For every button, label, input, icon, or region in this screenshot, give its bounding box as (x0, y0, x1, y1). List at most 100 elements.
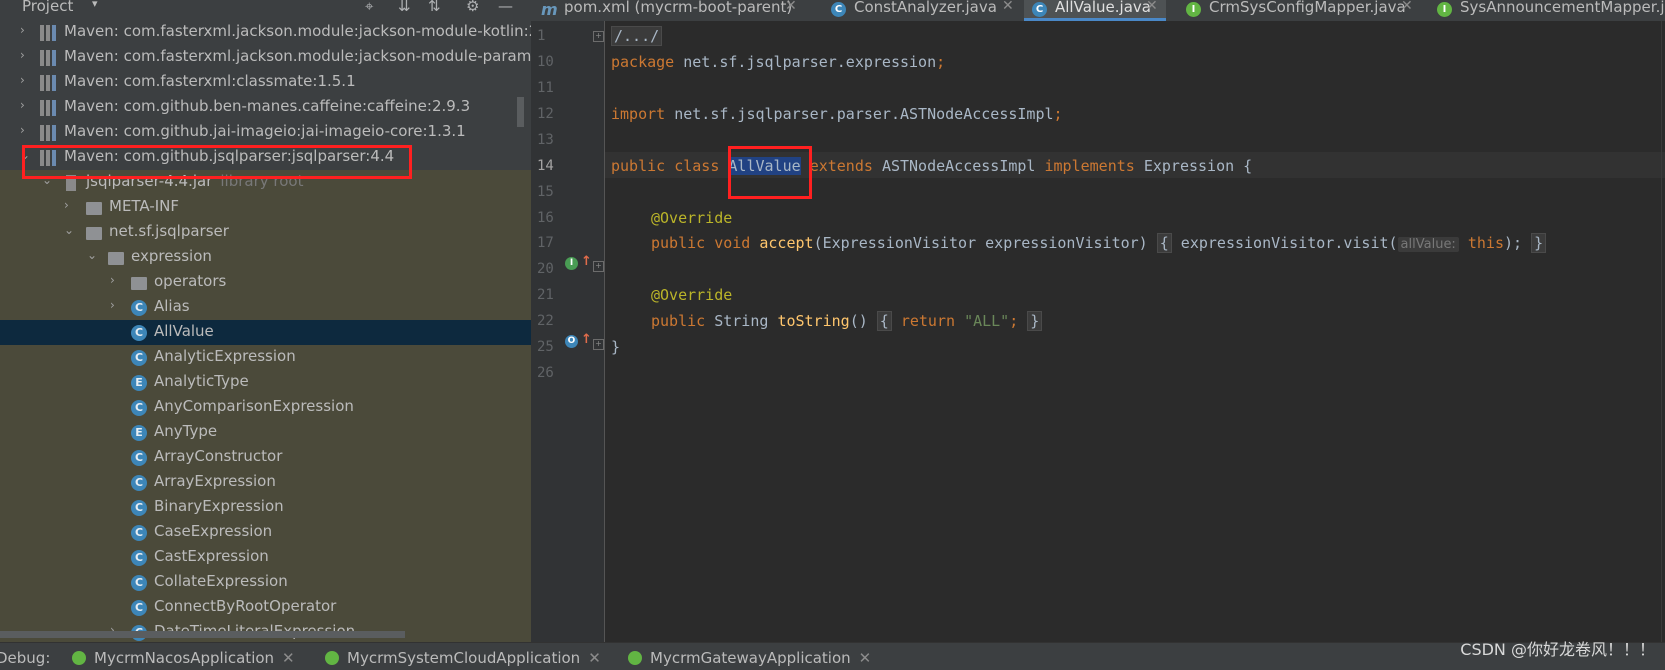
tree-item[interactable]: › C Alias (0, 295, 531, 320)
line-number: 21 (537, 287, 554, 303)
close-icon[interactable]: ✕ (859, 649, 872, 667)
chevron-right-icon[interactable]: › (110, 273, 122, 287)
folded-brace[interactable]: { (876, 311, 892, 331)
tab-sysannouncementmapper[interactable]: I SysAnnouncementMapper.j (1437, 0, 1665, 21)
code-line-1: /.../ (611, 26, 663, 46)
chevron-right-icon[interactable]: › (110, 298, 122, 312)
code-text: String (714, 312, 769, 330)
horizontal-scrollbar[interactable] (0, 631, 405, 638)
project-title[interactable]: Project (22, 0, 73, 15)
tab-label: pom.xml (mycrm-boot-parent) (564, 0, 793, 16)
class-icon: C (131, 550, 147, 566)
close-icon[interactable]: ✕ (588, 649, 601, 667)
chevron-right-icon[interactable]: › (20, 98, 32, 112)
tree-item-label: CollateExpression (154, 572, 288, 590)
tree-item-label: ArrayExpression (154, 472, 276, 490)
tree-item-allvalue[interactable]: C AllValue (0, 320, 531, 345)
arrow-up-icon[interactable]: ↑ (581, 332, 592, 347)
tree-item[interactable]: C CastExpression (0, 545, 531, 570)
gear-icon[interactable]: ⚙ (466, 0, 479, 15)
locate-icon[interactable]: ⌖ (365, 0, 373, 15)
folded-brace[interactable]: } (1027, 311, 1043, 331)
tree-item[interactable]: ⌄ net.sf.jsqlparser (0, 220, 531, 245)
line-number: 26 (537, 365, 554, 381)
folded-brace[interactable]: { (1156, 233, 1172, 253)
vertical-scrollbar[interactable] (517, 97, 524, 127)
close-icon[interactable]: ✕ (1401, 0, 1413, 14)
fold-icon[interactable]: + (593, 339, 604, 350)
fold-icon[interactable]: + (593, 31, 604, 42)
close-icon[interactable]: ✕ (1002, 0, 1014, 14)
tree-item[interactable]: E AnalyticType (0, 370, 531, 395)
chevron-right-icon[interactable]: › (64, 198, 76, 212)
annotation: @Override (651, 209, 733, 227)
class-icon: C (131, 500, 147, 516)
tree-item[interactable]: E AnyType (0, 420, 531, 445)
project-panel: Project ▾ ⌖ ⇊ ⇅ ⚙ — › Maven: com.fasterx… (0, 0, 531, 642)
tree-item[interactable]: C AnalyticExpression (0, 345, 531, 370)
chevron-right-icon[interactable]: › (20, 123, 32, 137)
close-icon[interactable]: ✕ (785, 0, 797, 14)
tree-item[interactable]: › Maven: com.fasterxml:classmate:1.5.1 (0, 70, 531, 95)
tree-item[interactable]: › META-INF (0, 195, 531, 220)
line-number: 22 (537, 313, 554, 329)
expand-all-icon[interactable]: ⇊ (398, 0, 411, 15)
debug-tab-systemcloud[interactable]: MycrmSystemCloudApplication ✕ (325, 649, 601, 667)
annotation: @Override (651, 286, 733, 304)
tree-item[interactable]: C BinaryExpression (0, 495, 531, 520)
tree-item[interactable]: ⌄ expression (0, 245, 531, 270)
tab-allvalue[interactable]: C AllValue.java ✕ (1024, 0, 1166, 21)
spring-boot-icon (72, 651, 86, 665)
tree-item[interactable]: › Maven: com.github.ben-manes.caffeine:c… (0, 95, 531, 120)
tab-crmsysconfigmapper[interactable]: I CrmSysConfigMapper.java ✕ (1186, 0, 1421, 21)
spring-boot-icon (628, 651, 642, 665)
debug-tab-gateway[interactable]: MycrmGatewayApplication ✕ (628, 649, 871, 667)
tab-label: SysAnnouncementMapper.j (1460, 0, 1665, 16)
chevron-right-icon[interactable]: › (20, 48, 32, 62)
line-number-gutter: 1 10 11 12 13 14 15 16 17 20 21 22 25 26… (531, 21, 604, 642)
close-icon[interactable]: ✕ (1146, 0, 1158, 14)
fold-icon[interactable]: + (593, 261, 604, 272)
tree-item[interactable]: C CollateExpression (0, 570, 531, 595)
code-text: net.sf.jsqlparser.expression (674, 53, 937, 71)
code-text: expressionVisitor.visit( (1180, 234, 1398, 252)
arrow-up-icon[interactable]: ↑ (581, 254, 592, 269)
chevron-down-icon[interactable]: ⌄ (87, 248, 99, 262)
close-icon[interactable]: ✕ (282, 649, 295, 667)
folded-region[interactable]: /.../ (611, 26, 663, 46)
code-editor[interactable]: 1 10 11 12 13 14 15 16 17 20 21 22 25 26… (531, 21, 1665, 642)
tree-item[interactable]: C CaseExpression (0, 520, 531, 545)
implements-gutter-icon[interactable]: I (565, 257, 578, 270)
debug-tab-nacos[interactable]: MycrmNacosApplication ✕ (72, 649, 295, 667)
editor-tabs: m pom.xml (mycrm-boot-parent) ✕ C ConstA… (531, 0, 1665, 21)
tree-item[interactable]: C ArrayExpression (0, 470, 531, 495)
class-icon: C (131, 450, 147, 466)
line-number: 11 (537, 80, 554, 96)
class-icon: C (131, 600, 147, 616)
minimize-icon[interactable]: — (498, 0, 513, 15)
folded-brace[interactable]: } (1531, 233, 1547, 253)
line-number: 13 (537, 132, 554, 148)
tree-item[interactable]: C ConnectByRootOperator (0, 595, 531, 620)
tab-constanalyzer[interactable]: C ConstAnalyzer.java ✕ (831, 0, 1021, 21)
tab-pom-xml[interactable]: m pom.xml (mycrm-boot-parent) ✕ (541, 0, 803, 21)
tree-item[interactable]: › operators (0, 270, 531, 295)
collapse-all-icon[interactable]: ⇅ (428, 0, 441, 15)
tree-item[interactable]: › Maven: com.github.jai-imageio:jai-imag… (0, 120, 531, 145)
class-icon: C (831, 2, 846, 17)
tab-label: CrmSysConfigMapper.java (1209, 0, 1406, 16)
override-gutter-icon[interactable]: O (565, 335, 578, 348)
chevron-down-icon[interactable]: ▾ (92, 0, 98, 10)
tree-item[interactable]: C AnyComparisonExpression (0, 395, 531, 420)
tab-label: ConstAnalyzer.java (854, 0, 997, 16)
tree-item-label: Maven: com.github.ben-manes.caffeine:caf… (64, 97, 471, 115)
chevron-right-icon[interactable]: › (20, 23, 32, 37)
tree-item[interactable]: › Maven: com.fasterxml.jackson.module:ja… (0, 45, 531, 70)
class-icon: C (131, 300, 147, 316)
chevron-right-icon[interactable]: › (20, 73, 32, 87)
tree-item[interactable]: C ArrayConstructor (0, 445, 531, 470)
tree-item[interactable]: › Maven: com.fasterxml.jackson.module:ja… (0, 20, 531, 45)
chevron-down-icon[interactable]: ⌄ (64, 223, 76, 237)
code-text: () (849, 312, 868, 330)
line-number: 25 (537, 339, 554, 355)
